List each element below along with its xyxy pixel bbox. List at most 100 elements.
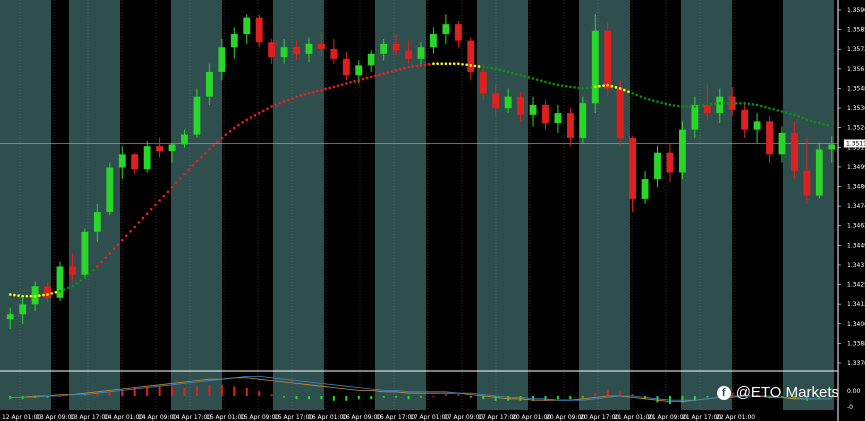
osc-histogram-bar bbox=[395, 396, 398, 398]
osc-histogram-bar bbox=[432, 396, 435, 397]
indicator-dot bbox=[145, 212, 149, 215]
indicator-dot bbox=[336, 84, 340, 87]
indicator-dot bbox=[224, 133, 228, 136]
indicator-dot bbox=[133, 225, 137, 229]
indicator-dot bbox=[311, 90, 315, 94]
candle-body bbox=[766, 121, 773, 155]
candle-body bbox=[678, 129, 686, 173]
indicator-dot bbox=[29, 294, 33, 298]
candle-body bbox=[517, 96, 525, 115]
indicator-dot bbox=[676, 104, 680, 108]
indicator-dot bbox=[498, 68, 502, 72]
indicator-dot bbox=[407, 65, 410, 69]
indicator-dot bbox=[166, 190, 170, 194]
candle-body bbox=[293, 47, 300, 54]
indicator-dot bbox=[25, 294, 29, 298]
watermark-text: @ETO Markets bbox=[735, 384, 839, 401]
indicator-dot bbox=[411, 65, 415, 68]
indicator-dot bbox=[510, 71, 514, 75]
candle-body bbox=[81, 231, 89, 275]
candle-body bbox=[131, 154, 139, 170]
indicator-dot bbox=[232, 126, 236, 130]
indicator-dot bbox=[730, 101, 734, 105]
osc-histogram-bar bbox=[258, 391, 261, 396]
indicator-dot bbox=[631, 92, 634, 95]
indicator-dot bbox=[457, 62, 460, 65]
indicator-dot bbox=[353, 79, 356, 83]
price-tick-label: 1.35485 bbox=[847, 85, 865, 92]
current-price-label: 1.35116 bbox=[846, 140, 865, 147]
indicator-dot bbox=[793, 113, 796, 117]
indicator-dot bbox=[37, 294, 41, 297]
indicator-dot bbox=[42, 293, 45, 297]
indicator-dot bbox=[369, 75, 373, 79]
indicator-dot bbox=[577, 86, 580, 90]
indicator-dot bbox=[755, 103, 759, 107]
indicator-dot bbox=[75, 282, 78, 285]
indicator-dot bbox=[307, 92, 311, 95]
indicator-dot bbox=[656, 100, 659, 103]
indicator-dot bbox=[216, 140, 219, 144]
session-band bbox=[375, 0, 426, 410]
indicator-dot bbox=[149, 208, 153, 211]
indicator-dot bbox=[718, 101, 722, 105]
chart-window: 1.35900 1.35855 1.35730 1.35610 1.35485 1.353… bbox=[0, 0, 865, 421]
osc-histogram-bar bbox=[407, 396, 410, 400]
indicator-dot bbox=[112, 247, 116, 251]
indicator-dot bbox=[249, 116, 253, 119]
indicator-dot bbox=[531, 77, 535, 80]
indicator-dot bbox=[502, 69, 506, 73]
indicator-dot bbox=[689, 105, 693, 108]
indicator-dot bbox=[780, 110, 784, 113]
indicator-dot bbox=[262, 109, 265, 113]
candle-body bbox=[504, 96, 512, 109]
indicator-dot bbox=[320, 88, 323, 92]
indicator-dot bbox=[486, 66, 489, 69]
indicator-dot bbox=[797, 115, 800, 118]
indicator-dot bbox=[813, 120, 817, 124]
candle-body bbox=[106, 167, 114, 213]
indicator-dot bbox=[672, 104, 676, 107]
indicator-dot bbox=[647, 98, 651, 101]
indicator-dot bbox=[54, 290, 58, 294]
candle-body bbox=[118, 154, 126, 168]
indicator-dot bbox=[751, 103, 755, 106]
price-tick-label: 1.35900 bbox=[847, 7, 865, 14]
candle-body bbox=[828, 144, 836, 150]
indicator-dot bbox=[96, 265, 99, 268]
indicator-dot bbox=[465, 63, 468, 67]
indicator-dot bbox=[87, 272, 91, 276]
osc-histogram-bar bbox=[606, 389, 609, 396]
osc-tick-label: -0 bbox=[847, 404, 853, 411]
price-tick-label: 1.33760 bbox=[847, 360, 865, 367]
indicator-dot bbox=[361, 77, 365, 81]
indicator-dot bbox=[523, 75, 527, 78]
indicator-dot bbox=[141, 216, 145, 220]
indicator-dot bbox=[237, 123, 240, 127]
candle-body bbox=[753, 121, 761, 130]
indicator-dot bbox=[278, 101, 282, 105]
indicator-dot bbox=[535, 78, 539, 81]
indicator-dot bbox=[660, 101, 663, 105]
candle-body bbox=[554, 113, 562, 124]
candle-body bbox=[93, 212, 101, 232]
indicator-dot bbox=[759, 104, 763, 108]
candle-body bbox=[803, 170, 811, 196]
indicator-dot bbox=[303, 93, 307, 96]
indicator-dot bbox=[461, 62, 464, 66]
indicator-dot bbox=[21, 294, 24, 298]
indicator-dot bbox=[58, 289, 62, 293]
indicator-dot bbox=[444, 62, 448, 65]
indicator-dot bbox=[91, 268, 95, 272]
indicator-dot bbox=[345, 82, 348, 85]
indicator-dot bbox=[664, 102, 668, 106]
indicator-dot bbox=[784, 111, 788, 114]
indicator-dot bbox=[627, 90, 630, 94]
indicator-dot bbox=[340, 83, 344, 86]
price-tick-label: 1.34250 bbox=[847, 282, 865, 289]
indicator-dot bbox=[527, 76, 531, 79]
candle-body bbox=[193, 96, 201, 135]
osc-histogram-bar bbox=[283, 396, 286, 398]
indicator-dot bbox=[639, 95, 643, 98]
indicator-dot bbox=[33, 294, 37, 298]
